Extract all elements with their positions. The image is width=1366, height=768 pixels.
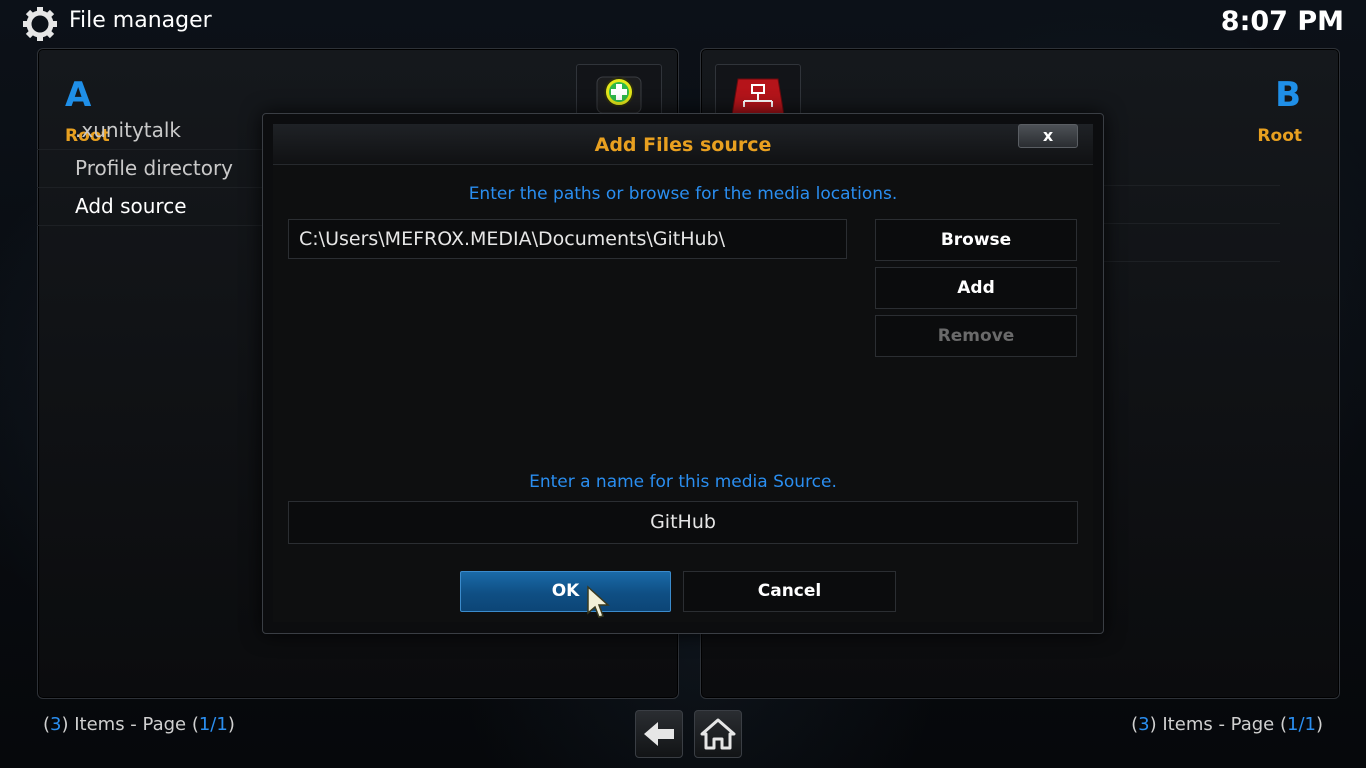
left-pane-letter: A — [65, 75, 92, 115]
ok-button[interactable]: OK — [460, 571, 671, 612]
source-name-field[interactable]: GitHub — [288, 501, 1078, 544]
close-icon: x — [1042, 126, 1054, 145]
left-count-value: 3 — [50, 714, 62, 735]
back-arrow-icon — [644, 722, 674, 746]
right-pane-path: Root — [1257, 126, 1302, 146]
app-title: File manager — [69, 8, 212, 33]
add-button[interactable]: Add — [875, 267, 1077, 309]
left-items-label: Items - Page — [74, 714, 187, 735]
source-path-field[interactable]: C:\Users\MEFROX.MEDIA\Documents\GitHub\ — [288, 219, 847, 259]
clock: 8:07 PM — [1220, 6, 1344, 37]
home-button[interactable] — [694, 710, 742, 758]
list-item[interactable] — [1080, 148, 1280, 186]
left-item-count: (3) Items - Page (1/1) — [43, 714, 235, 735]
mouse-pointer-icon — [587, 585, 610, 618]
top-bar: File manager 8:07 PM — [0, 0, 1366, 46]
close-button[interactable]: x — [1018, 124, 1078, 148]
cancel-button[interactable]: Cancel — [683, 571, 896, 612]
gear-icon[interactable] — [22, 6, 58, 42]
dialog-header: Add Files source — [273, 124, 1093, 165]
paths-prompt: Enter the paths or browse for the media … — [468, 184, 898, 204]
left-page-value: 1/1 — [198, 714, 228, 735]
add-source-dialog: Add Files source x Enter the paths or br… — [273, 124, 1093, 622]
right-items-label: Items - Page — [1162, 714, 1275, 735]
browse-button[interactable]: Browse — [875, 219, 1077, 261]
list-item[interactable] — [1080, 224, 1280, 262]
name-prompt: Enter a name for this media Source. — [529, 472, 837, 492]
right-pane-letter: B — [1275, 75, 1301, 115]
back-button[interactable] — [635, 710, 683, 758]
right-count-value: 3 — [1138, 714, 1150, 735]
remove-button[interactable]: Remove — [875, 315, 1077, 357]
right-page-value: 1/1 — [1287, 714, 1316, 735]
home-icon — [700, 718, 736, 750]
right-file-list — [1080, 148, 1280, 262]
list-item[interactable] — [1080, 186, 1280, 224]
right-item-count: (3) Items - Page (1/1) — [1131, 714, 1323, 735]
dialog-title: Add Files source — [594, 134, 772, 156]
